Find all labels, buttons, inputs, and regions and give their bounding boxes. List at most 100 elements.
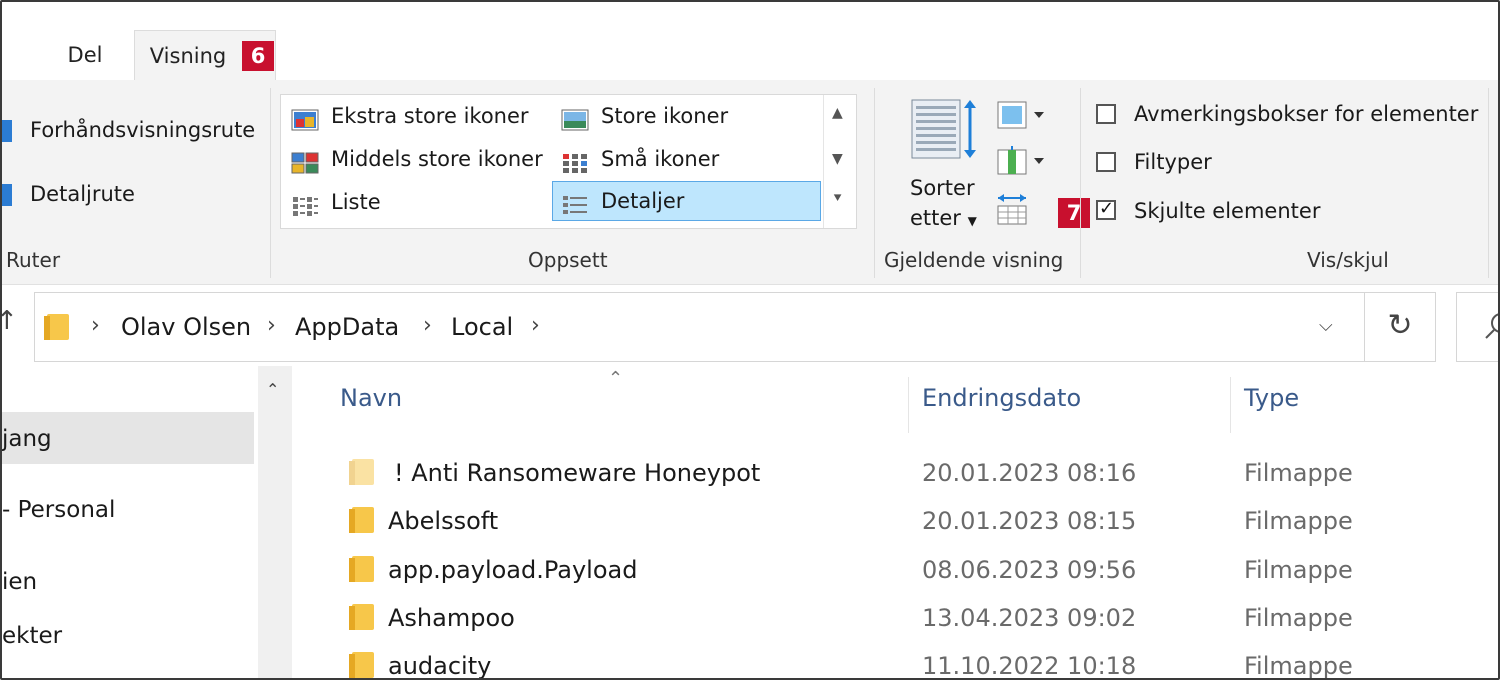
explorer-window: Del Visning 6 Forhåndsvisningsrute Detal…: [0, 0, 1500, 680]
sort-by-label-2: etter: [910, 206, 961, 230]
step-badge-7: 7: [1058, 198, 1090, 228]
file-name: app.payload.Payload: [388, 556, 638, 584]
table-row[interactable]: app.payload.Payload 08.06.2023 09:56 Fil…: [332, 546, 1498, 594]
table-row[interactable]: ! Anti Ransomeware Honeypot 20.01.2023 0…: [332, 449, 1498, 497]
layout-details[interactable]: Detaljer: [552, 181, 821, 221]
file-date: 11.10.2022 10:18: [922, 652, 1137, 680]
medium-icons-icon: [291, 148, 319, 174]
ribbon: Forhåndsvisningsrute Detaljrute Ruter Ek…: [2, 80, 1498, 285]
check-icon: ✓: [1099, 198, 1115, 219]
search-box[interactable]: [1456, 292, 1498, 362]
gallery-down-icon[interactable]: ▼: [832, 151, 843, 167]
chevron-right-icon[interactable]: ›: [267, 293, 276, 361]
folder-icon: [349, 556, 374, 582]
size-columns-icon[interactable]: [996, 192, 1030, 226]
folder-icon: [349, 507, 374, 533]
layout-large-icons[interactable]: Store ikoner: [553, 97, 801, 135]
gallery-up-icon[interactable]: ▲: [832, 105, 843, 121]
hidden-items-checkbox[interactable]: ✓: [1096, 198, 1116, 220]
breadcrumb-olav-olsen[interactable]: Olav Olsen: [121, 293, 251, 361]
item-checkboxes-checkbox[interactable]: [1096, 104, 1116, 124]
group-by-button[interactable]: [996, 100, 1048, 130]
file-extensions-checkbox[interactable]: [1096, 152, 1116, 172]
refresh-icon: ↻: [1387, 308, 1413, 343]
gallery-more-icon[interactable]: ⯆: [832, 191, 843, 207]
chevron-right-icon[interactable]: ›: [91, 293, 100, 361]
address-bar[interactable]: › Olav Olsen › AppData › Local › ⌵: [34, 292, 1366, 362]
sort-by-label-1[interactable]: Sorter: [910, 176, 975, 200]
ribbon-tabs: Del Visning 6: [2, 30, 1498, 81]
folder-icon: [349, 652, 374, 678]
details-icon: [561, 190, 589, 214]
layout-item-label: Liste: [331, 190, 381, 214]
scroll-up-icon[interactable]: ⌃: [266, 380, 279, 399]
tab-visning-label: Visning: [149, 44, 227, 68]
sort-by-icon: [910, 98, 982, 162]
folder-icon: [349, 604, 374, 630]
column-header-date[interactable]: Endringsdato: [922, 384, 1081, 412]
up-arrow-icon[interactable]: ↑: [2, 306, 18, 336]
column-header-name[interactable]: Navn: [340, 384, 402, 412]
column-separator[interactable]: [1230, 377, 1231, 433]
step-badge-6: 6: [242, 41, 274, 71]
folder-icon: [349, 459, 374, 485]
file-date: 20.01.2023 08:15: [922, 507, 1137, 535]
layout-gallery: Ekstra store ikoner Store ikoner Middels…: [280, 94, 857, 229]
column-separator[interactable]: [908, 377, 909, 433]
preview-pane-button[interactable]: Forhåndsvisningsrute: [30, 118, 255, 142]
group-label-ruter: Ruter: [6, 248, 61, 272]
file-name: Abelssoft: [388, 507, 499, 535]
hidden-items-label: Skjulte elementer: [1134, 199, 1321, 223]
preview-pane-icon: [2, 120, 12, 142]
list-icon: [291, 191, 319, 216]
tab-del[interactable]: Del: [42, 30, 128, 80]
nav-item[interactable]: ien: [2, 569, 37, 595]
breadcrumb-appdata[interactable]: AppData: [295, 293, 399, 361]
small-icons-icon: [561, 148, 589, 173]
file-date: 13.04.2023 09:02: [922, 604, 1137, 632]
item-checkboxes-label: Avmerkingsbokser for elementer: [1134, 102, 1479, 126]
folder-icon: [44, 314, 69, 340]
chevron-right-icon[interactable]: ›: [531, 293, 540, 361]
group-separator: [270, 88, 271, 278]
add-columns-button[interactable]: [996, 146, 1048, 176]
file-extensions-label: Filtyper: [1134, 150, 1212, 174]
file-name: Ashampoo: [388, 604, 515, 632]
nav-item[interactable]: - Personal: [2, 497, 115, 523]
refresh-button[interactable]: ↻: [1364, 292, 1436, 362]
group-label-vis-skjul: Vis/skjul: [1307, 248, 1389, 272]
table-row[interactable]: audacity 11.10.2022 10:18 Filmappe: [332, 642, 1498, 680]
nav-scrollbar[interactable]: ⌃: [258, 366, 292, 678]
column-header-type[interactable]: Type: [1244, 384, 1299, 412]
file-type: Filmappe: [1244, 459, 1353, 487]
layout-item-label: Middels store ikoner: [331, 147, 543, 171]
nav-item[interactable]: jang: [2, 426, 52, 452]
group-separator: [1488, 88, 1489, 278]
sort-ascending-icon: ⌃: [608, 368, 624, 389]
layout-list[interactable]: Liste: [283, 183, 551, 221]
table-row[interactable]: Ashampoo 13.04.2023 09:02 Filmappe: [332, 594, 1498, 642]
group-separator: [874, 88, 875, 278]
title-strip: [2, 2, 1498, 30]
chevron-right-icon[interactable]: ›: [423, 293, 432, 361]
file-type: Filmappe: [1244, 556, 1353, 584]
file-type: Filmappe: [1244, 604, 1353, 632]
breadcrumb-local[interactable]: Local: [451, 293, 513, 361]
file-date: 08.06.2023 09:56: [922, 556, 1137, 584]
layout-small-icons[interactable]: Små ikoner: [553, 140, 801, 178]
search-icon: [1485, 313, 1498, 339]
large-icons-icon: [561, 105, 589, 131]
file-type: Filmappe: [1244, 507, 1353, 535]
sort-by-button[interactable]: etter ▼: [910, 206, 977, 230]
address-history-dropdown-icon[interactable]: ⌵: [1319, 293, 1333, 361]
layout-item-label: Detaljer: [601, 189, 685, 213]
layout-medium-icons[interactable]: Middels store ikoner: [283, 140, 593, 178]
file-type: Filmappe: [1244, 652, 1353, 680]
layout-extra-large-icons[interactable]: Ekstra store ikoner: [283, 97, 551, 135]
layout-item-label: Ekstra store ikoner: [331, 104, 529, 128]
details-pane-button[interactable]: Detaljrute: [30, 182, 135, 206]
table-row[interactable]: Abelssoft 20.01.2023 08:15 Filmappe: [332, 497, 1498, 545]
nav-item[interactable]: ekter: [2, 623, 62, 649]
group-label-gjeldende-visning: Gjeldende visning: [884, 248, 1064, 272]
navigation-pane: jang - Personal ien ekter: [2, 366, 257, 678]
